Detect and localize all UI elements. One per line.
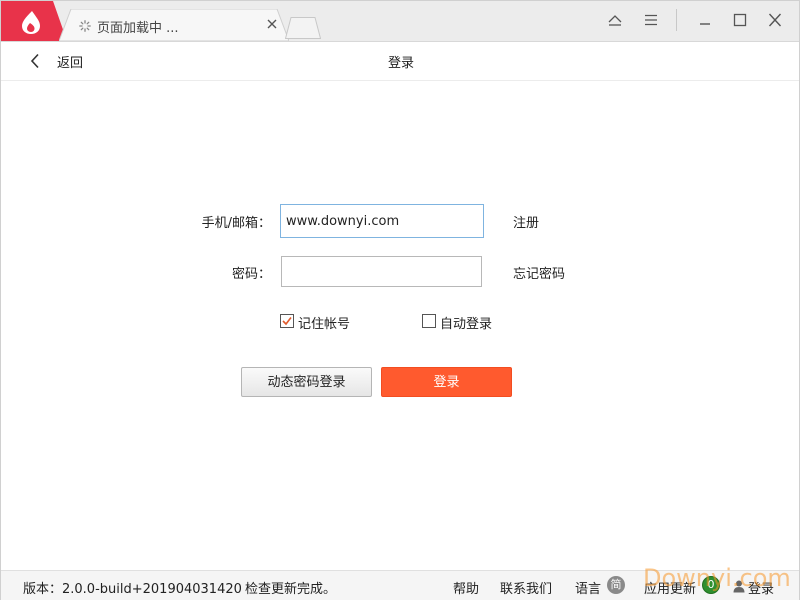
checkmark-icon [282, 317, 292, 326]
tab-title: 页面加载中 ... [97, 21, 179, 36]
remember-account-label: 记住帐号 [298, 317, 351, 332]
skin-icon [608, 15, 622, 26]
checkbox-unchecked-box [422, 314, 436, 328]
tab-loading-page[interactable]: 页面加载中 ... [59, 9, 289, 41]
chevron-left-icon [30, 53, 39, 69]
close-icon [768, 13, 782, 27]
account-label: 手机/邮箱： [201, 216, 271, 231]
back-label: 返回 [57, 56, 84, 71]
login-button[interactable]: 登录 [381, 367, 512, 397]
user-icon [733, 580, 745, 593]
password-input[interactable] [281, 256, 482, 287]
loading-spinner-icon [79, 20, 91, 32]
minimize-icon [700, 23, 710, 25]
tab-close-icon[interactable] [265, 17, 279, 31]
account-input[interactable] [280, 204, 484, 238]
remember-account-checkbox[interactable]: 记住帐号 [280, 313, 360, 332]
register-link[interactable]: 注册 [513, 212, 539, 231]
forgot-password-link[interactable]: 忘记密码 [513, 263, 565, 282]
title-separator [676, 9, 677, 31]
page-title: 登录 [387, 56, 414, 71]
maximize-icon [733, 13, 747, 27]
contact-us-link[interactable]: 联系我们 [500, 578, 552, 597]
maximize-button[interactable] [725, 7, 753, 33]
help-link[interactable]: 帮助 [453, 578, 479, 597]
checkbox-checked-box [280, 314, 294, 328]
version-text: 版本：2.0.0-build+201904031420 [23, 582, 242, 597]
app-update-link[interactable]: 应用更新 [644, 578, 696, 597]
language-link[interactable]: 语言 [575, 578, 601, 597]
minimize-button[interactable] [690, 7, 718, 33]
auto-login-checkbox[interactable]: 自动登录 [422, 313, 502, 332]
new-tab-icon[interactable] [285, 17, 321, 39]
close-window-button[interactable] [760, 7, 788, 33]
update-count-badge: 0 [702, 576, 720, 594]
title-bar: 页面加载中 ... [1, 1, 799, 42]
language-badge: 简 [607, 576, 625, 594]
password-label: 密码： [231, 267, 271, 282]
update-check-message: 检查更新完成。 [245, 582, 337, 597]
status-bar: 版本：2.0.0-build+201904031420 检查更新完成。 帮助 联… [1, 570, 799, 600]
skin-button[interactable] [600, 7, 628, 33]
app-logo [1, 1, 67, 41]
app-window: 页面加载中 ... 返回 登录 手机/邮箱： www.downyi.com 注册… [0, 0, 800, 600]
status-login-link[interactable]: 登录 [748, 578, 774, 597]
nav-bar: 返回 登录 [1, 42, 799, 81]
auto-login-label: 自动登录 [440, 317, 493, 332]
menu-icon [645, 14, 657, 26]
dynamic-password-login-button[interactable]: 动态密码登录 [241, 367, 372, 397]
menu-button[interactable] [636, 7, 664, 33]
